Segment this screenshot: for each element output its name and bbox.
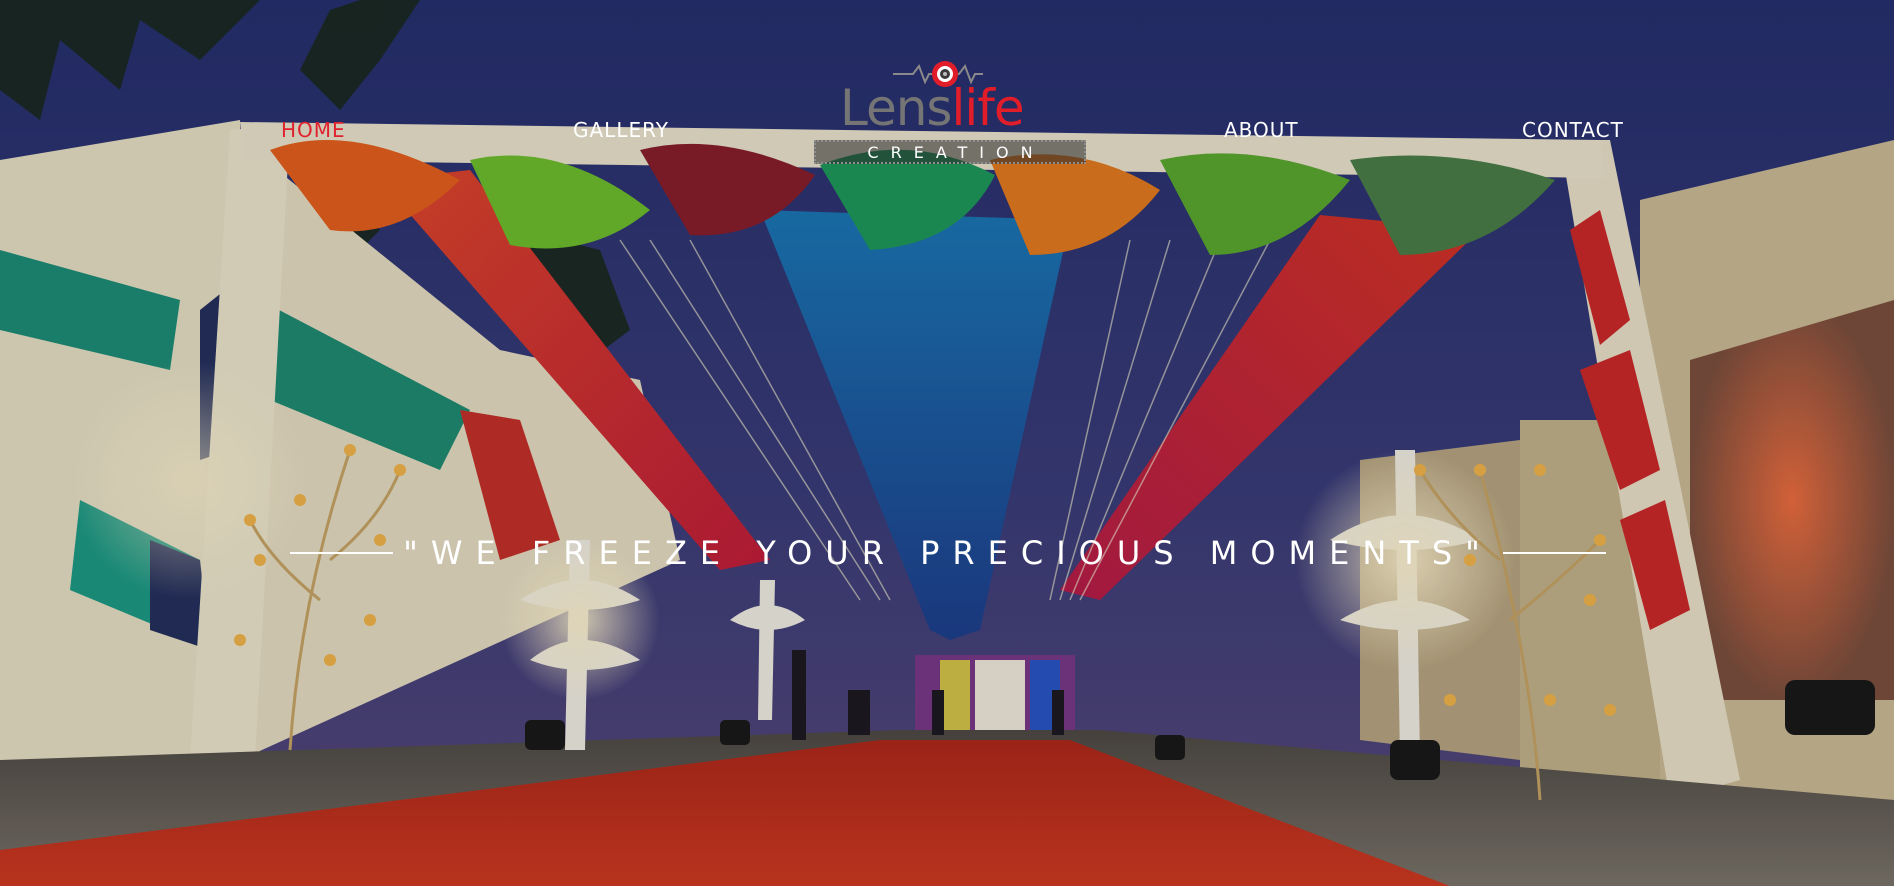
site-logo[interactable]: Lenslife CREATION <box>810 56 1086 166</box>
logo-word-part1: Lens <box>840 79 952 137</box>
logo-wordmark: Lenslife <box>840 78 1025 138</box>
logo-subtitle-box: CREATION <box>814 140 1086 164</box>
logo-subtitle: CREATION <box>867 142 1045 162</box>
nav-gallery-link[interactable]: GALLERY <box>573 118 669 142</box>
hero-tagline: "WE FREEZE YOUR PRECIOUS MOMENTS" <box>403 534 1493 572</box>
page: HOME GALLERY ABOUT CONTACT Lenslife CREA… <box>0 0 1894 886</box>
tagline-right-rule <box>1502 552 1606 554</box>
nav-home-link[interactable]: HOME <box>281 118 346 142</box>
tagline-left-rule <box>290 552 394 554</box>
logo-word-part2: life <box>951 79 1024 137</box>
nav-contact-link[interactable]: CONTACT <box>1522 118 1624 142</box>
hero-tagline-row: "WE FREEZE YOUR PRECIOUS MOMENTS" <box>290 532 1606 574</box>
nav-about-link[interactable]: ABOUT <box>1224 118 1299 142</box>
